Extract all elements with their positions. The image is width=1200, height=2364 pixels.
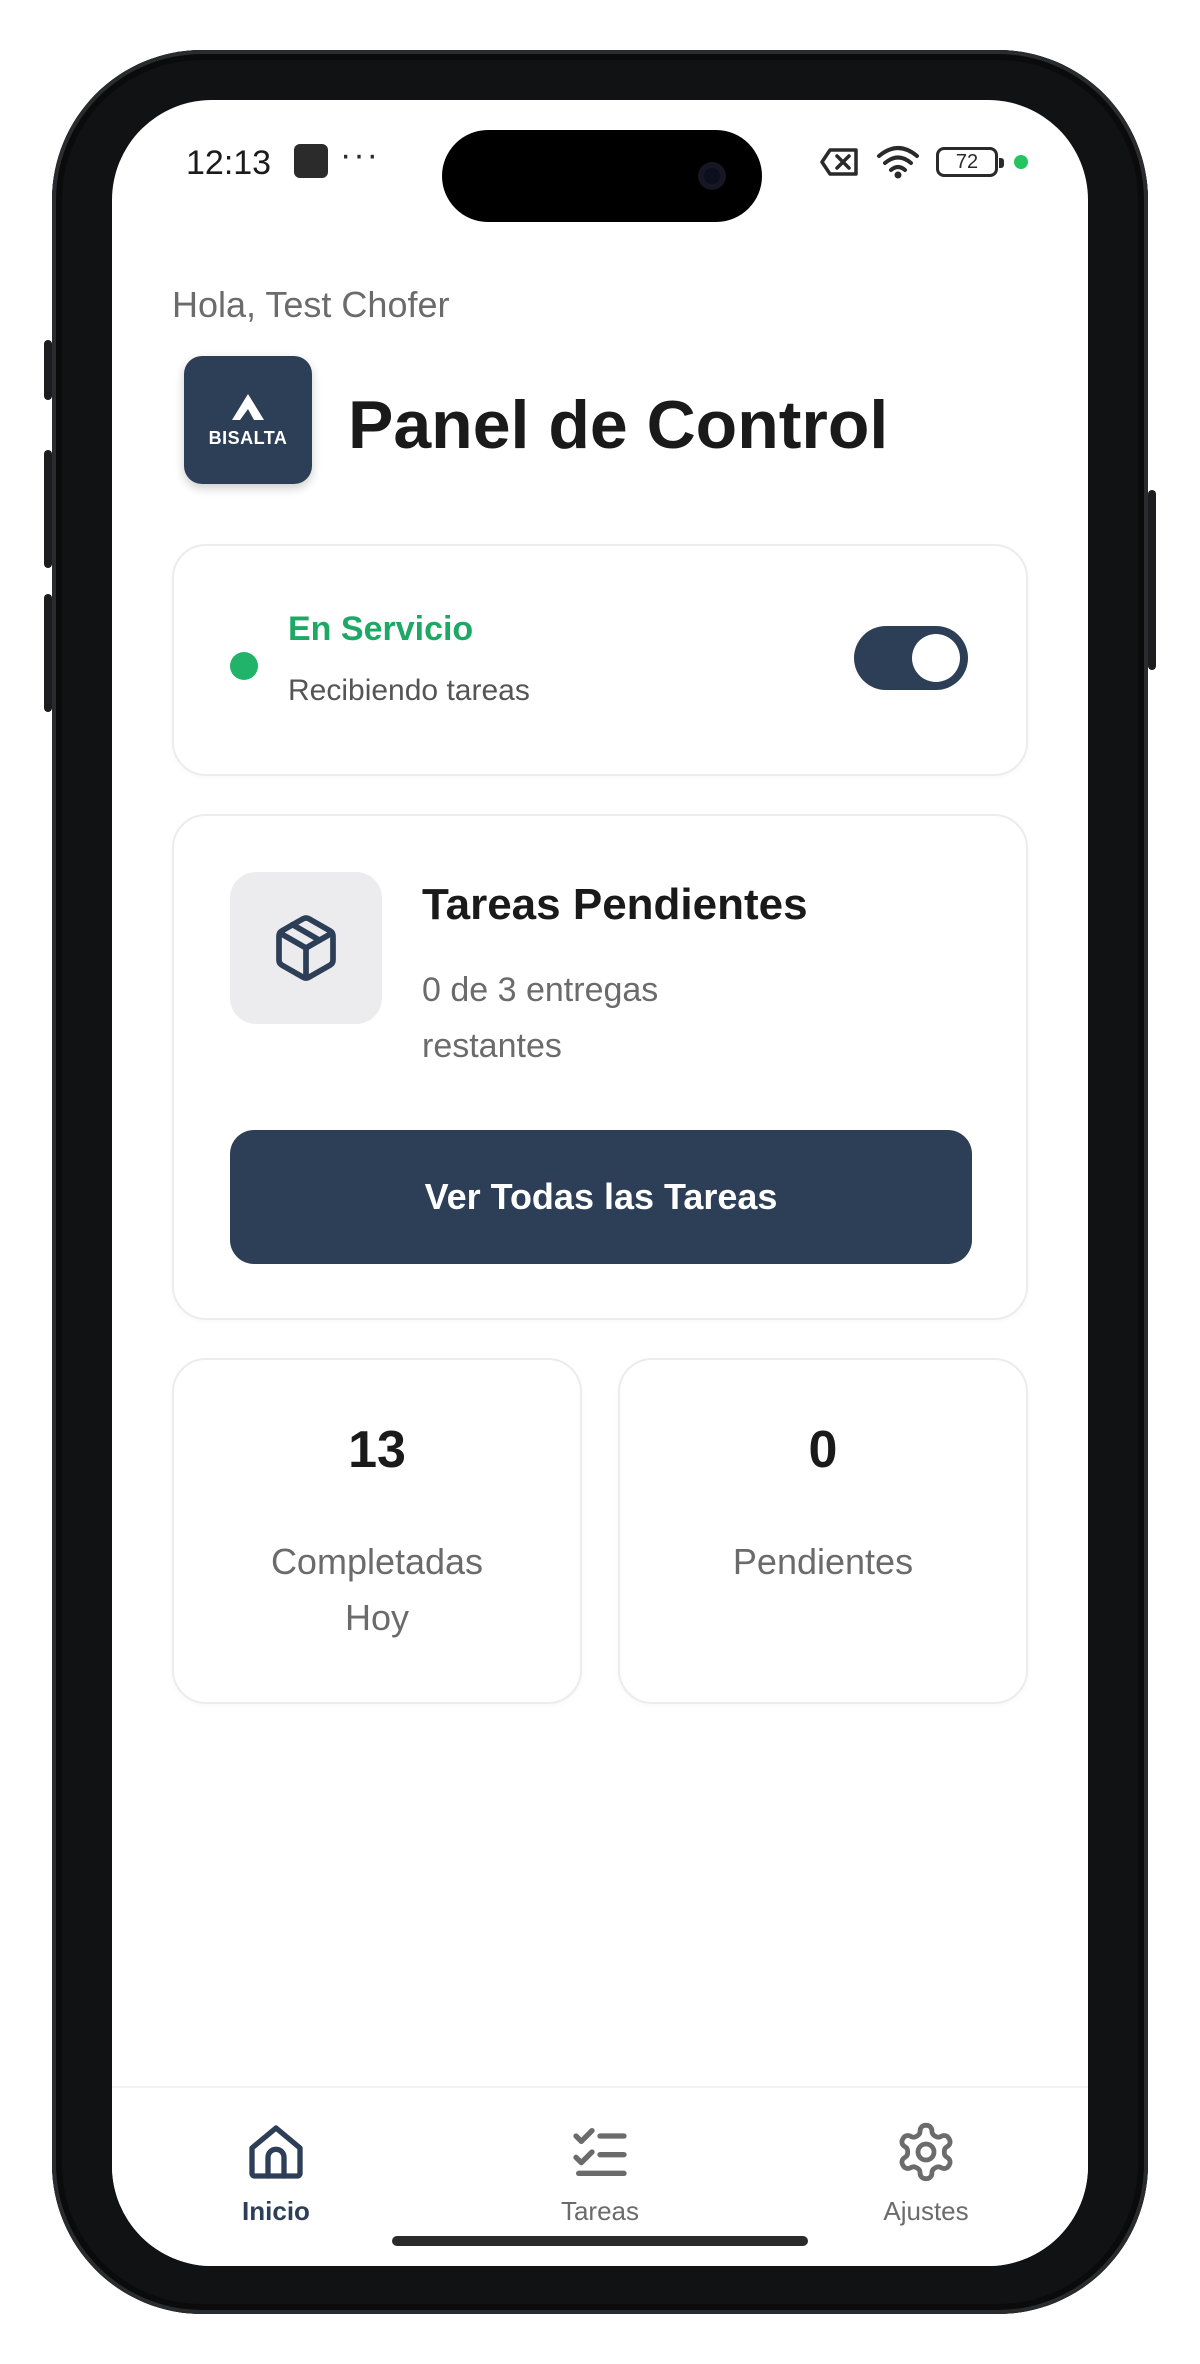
service-status-subtitle: Recibiendo tareas (288, 674, 530, 707)
status-icons: 72 (820, 144, 1028, 180)
stat-label: Completadas Hoy (270, 1541, 484, 1638)
package-icon (230, 872, 382, 1024)
app-screen: 12:13 ··· 72 Hola, Test Chofer BISALTA P… (112, 100, 1088, 2266)
more-notifications-icon: ··· (340, 136, 380, 174)
logo-text: BISALTA (208, 427, 288, 448)
tab-label: Ajustes (883, 2196, 969, 2226)
pending-tasks-title: Tareas Pendientes (422, 880, 808, 929)
privacy-indicator-dot (1014, 155, 1028, 169)
battery-icon: 72 (936, 147, 1004, 177)
no-sim-icon (820, 148, 858, 176)
home-indicator[interactable] (392, 2236, 808, 2246)
stat-value: 0 (808, 1421, 838, 1479)
pending-tasks-subtitle: 0 de 3 entregas restantes (422, 971, 659, 1065)
tab-tareas[interactable]: Tareas (510, 2116, 690, 2227)
service-status-card: En Servicio Recibiendo tareas (172, 544, 1028, 776)
stat-card-pending: 0 Pendientes (618, 1358, 1028, 1704)
pending-tasks-card: Tareas Pendientes 0 de 3 entregas restan… (172, 814, 1028, 1320)
logo-mark-icon (232, 393, 264, 420)
status-bar: 12:13 ··· 72 (112, 100, 1088, 222)
app-logo: BISALTA (184, 356, 312, 484)
volume-up-button (44, 450, 52, 568)
status-indicator-dot (230, 652, 258, 680)
home-icon (249, 2125, 303, 2179)
tab-label: Inicio (242, 2196, 310, 2226)
toggle-knob (912, 634, 960, 682)
view-all-tasks-button[interactable]: Ver Todas las Tareas (230, 1130, 972, 1264)
tab-label: Tareas (560, 2196, 640, 2226)
tab-inicio[interactable]: Inicio (186, 2116, 366, 2227)
volume-down-button (44, 594, 52, 712)
stat-label: Pendientes (732, 1541, 914, 1582)
status-time: 12:13 (186, 144, 272, 182)
dynamic-island (442, 130, 762, 222)
notification-icon (294, 144, 328, 178)
page-title: Panel de Control (348, 387, 889, 463)
service-toggle[interactable] (854, 626, 968, 690)
tab-ajustes[interactable]: Ajustes (836, 2116, 1016, 2227)
stat-value: 13 (348, 1421, 406, 1479)
camera-icon (698, 162, 726, 190)
power-button (1148, 490, 1156, 670)
wifi-icon (877, 146, 919, 179)
action-button (44, 340, 52, 400)
checklist-icon (573, 2128, 627, 2176)
stat-card-completed: 13 Completadas Hoy (172, 1358, 582, 1704)
gear-icon (899, 2122, 953, 2182)
greeting-text: Hola, Test Chofer (172, 284, 450, 325)
service-status-title: En Servicio (288, 610, 474, 648)
